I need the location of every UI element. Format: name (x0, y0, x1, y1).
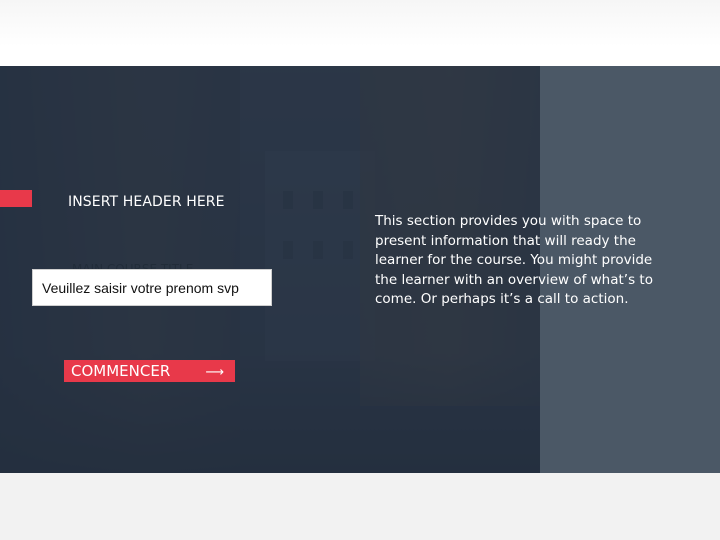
top-background-band (0, 0, 720, 66)
header-accent-bar (0, 190, 32, 207)
bottom-background-band (0, 473, 720, 540)
first-name-input[interactable] (32, 269, 272, 306)
arrow-right-icon: ⟶ (205, 365, 224, 380)
start-button-label: COMMENCER (71, 362, 171, 380)
start-button[interactable]: COMMENCER ⟶ (64, 360, 235, 382)
slide-header: INSERT HEADER HERE (68, 194, 225, 210)
slide-stage: INSERT HEADER HERE MAIN COURSE TITLE COM… (0, 66, 720, 473)
intro-body-text: This section provides you with space to … (375, 213, 653, 307)
